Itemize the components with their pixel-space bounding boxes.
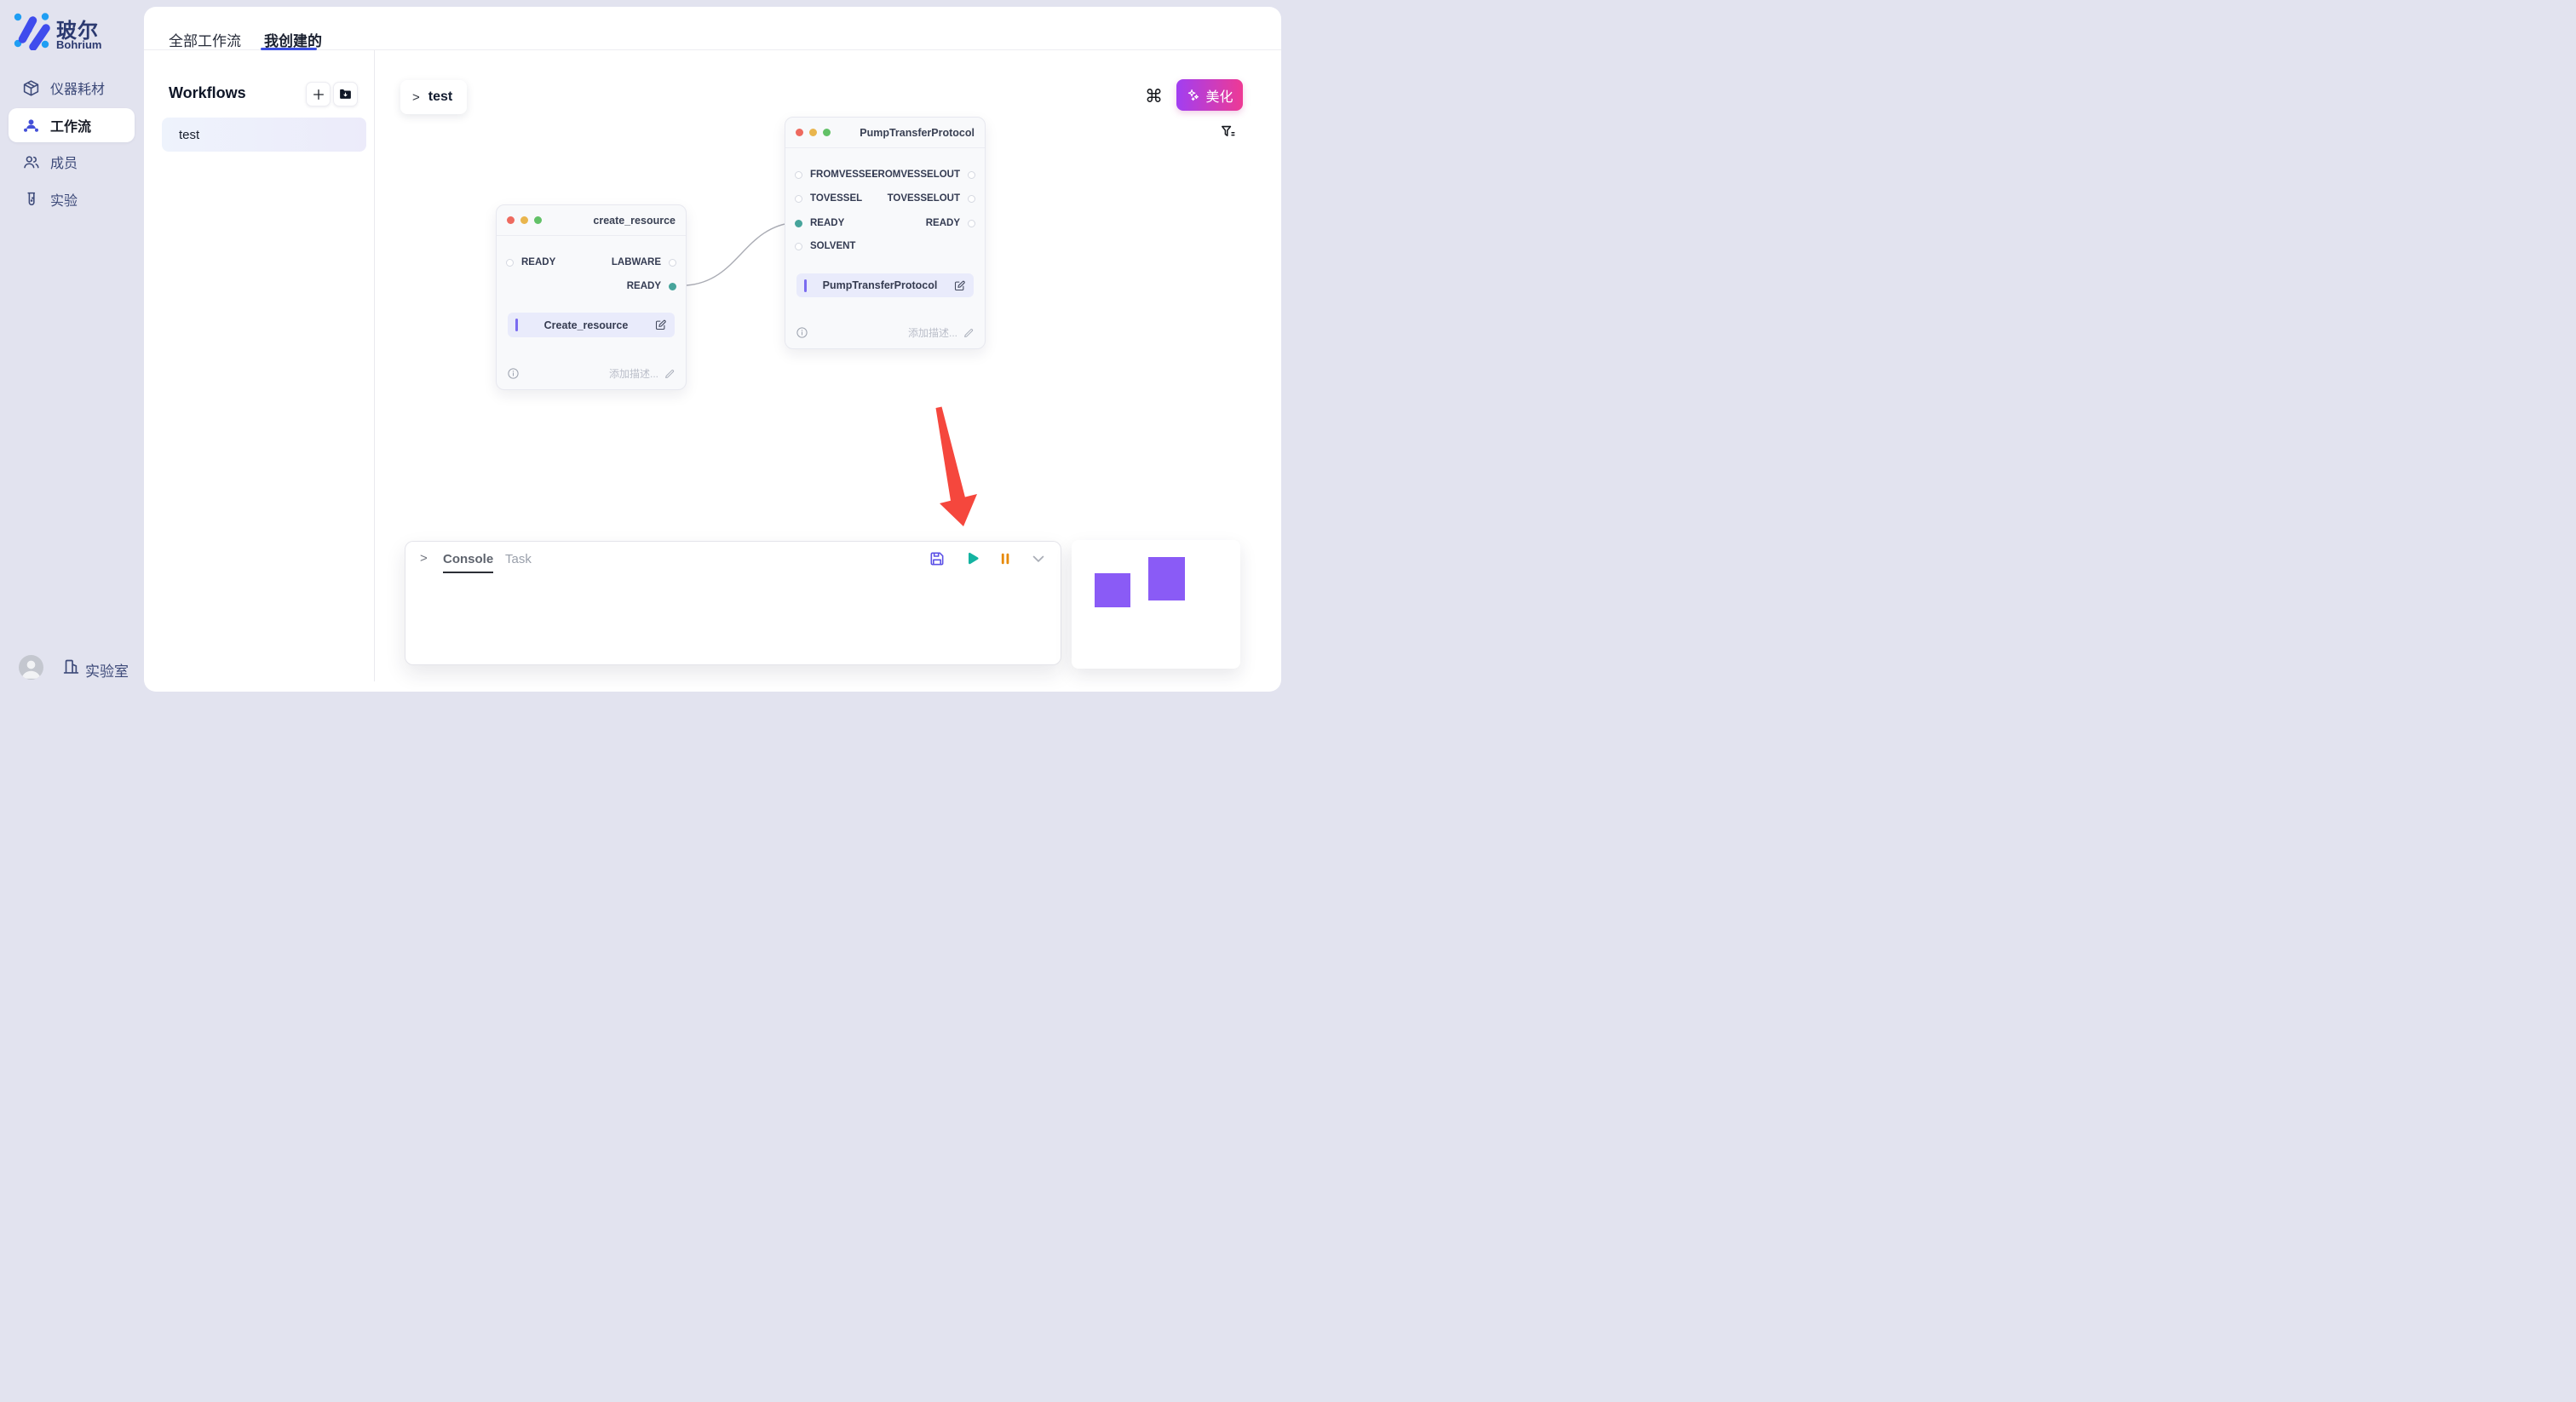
folder-download-icon	[338, 87, 353, 101]
sidebar-item-members[interactable]: 成员	[9, 145, 135, 179]
add-workflow-button[interactable]	[306, 82, 331, 106]
info-icon[interactable]	[796, 326, 808, 339]
sidebar-item-label: 仪器耗材	[50, 78, 105, 98]
port-dot-connected[interactable]	[795, 220, 802, 227]
port-dot[interactable]	[669, 259, 676, 267]
sparkles-icon	[1186, 88, 1200, 102]
user-avatar[interactable]	[19, 655, 43, 680]
output-port[interactable]: LABWARE	[612, 256, 676, 268]
output-port[interactable]: READY	[926, 217, 975, 229]
port-dot-connected[interactable]	[669, 283, 676, 290]
brand-subtitle: Bohrium	[56, 38, 101, 51]
edit-icon[interactable]	[953, 279, 966, 292]
port-dot[interactable]	[795, 195, 802, 203]
info-icon[interactable]	[507, 367, 520, 380]
workflows-panel-title: Workflows	[169, 84, 246, 102]
node-title: PumpTransferProtocol	[860, 127, 975, 139]
minimap-node	[1095, 573, 1130, 607]
app-window: 玻尔 Bohrium 仪器耗材 工作流 成员	[0, 0, 1288, 701]
breadcrumb[interactable]: > test	[400, 80, 467, 114]
tab-console[interactable]: Console	[443, 552, 493, 573]
node-action[interactable]: PumpTransferProtocol	[796, 273, 974, 297]
minimap-node	[1148, 557, 1185, 600]
chevron-right-icon: >	[412, 90, 420, 105]
tab-all-workflows[interactable]: 全部工作流	[169, 29, 241, 50]
output-port[interactable]: TOVESSELOUT	[888, 192, 975, 204]
sidebar-item-label: 工作流	[50, 115, 91, 135]
brand-logo-icon	[12, 11, 51, 50]
node-footer: 添加描述...	[507, 366, 676, 381]
node-pump-transfer-protocol[interactable]: PumpTransferProtocol FROMVESSEL TOVESSEL…	[785, 117, 986, 349]
collapse-chevron-down-icon[interactable]	[1030, 550, 1047, 567]
console-panel: > Console Task	[405, 541, 1061, 665]
pause-icon[interactable]	[997, 550, 1014, 567]
plus-icon	[312, 88, 325, 101]
minimap[interactable]	[1072, 540, 1240, 669]
sidebar-item-label: 实验	[50, 189, 78, 210]
workflow-icon	[22, 117, 40, 135]
package-icon	[22, 79, 40, 97]
active-tab-underline	[261, 48, 317, 50]
input-port[interactable]: READY	[506, 256, 555, 268]
lab-switcher[interactable]: 实验室	[85, 659, 129, 681]
input-port[interactable]: FROMVESSEL	[795, 169, 877, 181]
command-icon[interactable]: ⌘	[1145, 86, 1163, 107]
sidebar-item-instruments[interactable]: 仪器耗材	[9, 71, 135, 105]
description-placeholder[interactable]: 添加描述...	[609, 366, 658, 381]
edit-icon[interactable]	[654, 319, 667, 331]
panel-canvas-divider	[374, 50, 375, 681]
members-icon	[22, 153, 40, 171]
breadcrumb-label: test	[428, 89, 452, 105]
input-port[interactable]: SOLVENT	[795, 240, 855, 252]
node-footer: 添加描述...	[796, 325, 975, 340]
run-icon[interactable]	[963, 550, 980, 567]
pencil-icon[interactable]	[963, 327, 975, 339]
filter-icon[interactable]	[1220, 124, 1236, 140]
input-port[interactable]: TOVESSEL	[795, 192, 862, 204]
node-create-resource[interactable]: create_resource READY LABWARE READY Crea…	[496, 204, 687, 390]
port-dot[interactable]	[795, 171, 802, 179]
traffic-dots-icon	[796, 129, 831, 136]
beautify-label: 美化	[1205, 85, 1233, 106]
port-dot[interactable]	[968, 195, 975, 203]
workflow-list-item[interactable]: test	[162, 118, 366, 152]
sidebar-item-workflow[interactable]: 工作流	[9, 108, 135, 142]
port-dot[interactable]	[506, 259, 514, 267]
pencil-icon[interactable]	[664, 368, 676, 380]
port-dot[interactable]	[968, 220, 975, 227]
beautify-button[interactable]: 美化	[1176, 79, 1243, 111]
node-action[interactable]: Create_resource	[508, 313, 675, 337]
port-dot[interactable]	[968, 171, 975, 179]
output-port[interactable]: FROMVESSELOUT	[871, 169, 975, 181]
console-expand-icon[interactable]: >	[420, 551, 428, 566]
node-header: PumpTransferProtocol	[785, 118, 985, 148]
save-icon[interactable]	[929, 550, 946, 567]
traffic-dots-icon	[507, 216, 542, 224]
input-port[interactable]: READY	[795, 217, 844, 229]
port-dot[interactable]	[795, 243, 802, 250]
tab-task[interactable]: Task	[505, 552, 532, 566]
node-header: create_resource	[497, 205, 686, 236]
experiment-icon	[22, 191, 40, 209]
output-port[interactable]: READY	[627, 280, 676, 292]
sidebar-item-experiments[interactable]: 实验	[9, 182, 135, 216]
workflow-item-label: test	[179, 128, 199, 142]
node-title: create_resource	[593, 215, 676, 227]
sidebar-item-label: 成员	[50, 152, 78, 172]
description-placeholder[interactable]: 添加描述...	[908, 325, 957, 340]
import-folder-button[interactable]	[333, 82, 358, 106]
lab-building-icon	[62, 658, 80, 675]
